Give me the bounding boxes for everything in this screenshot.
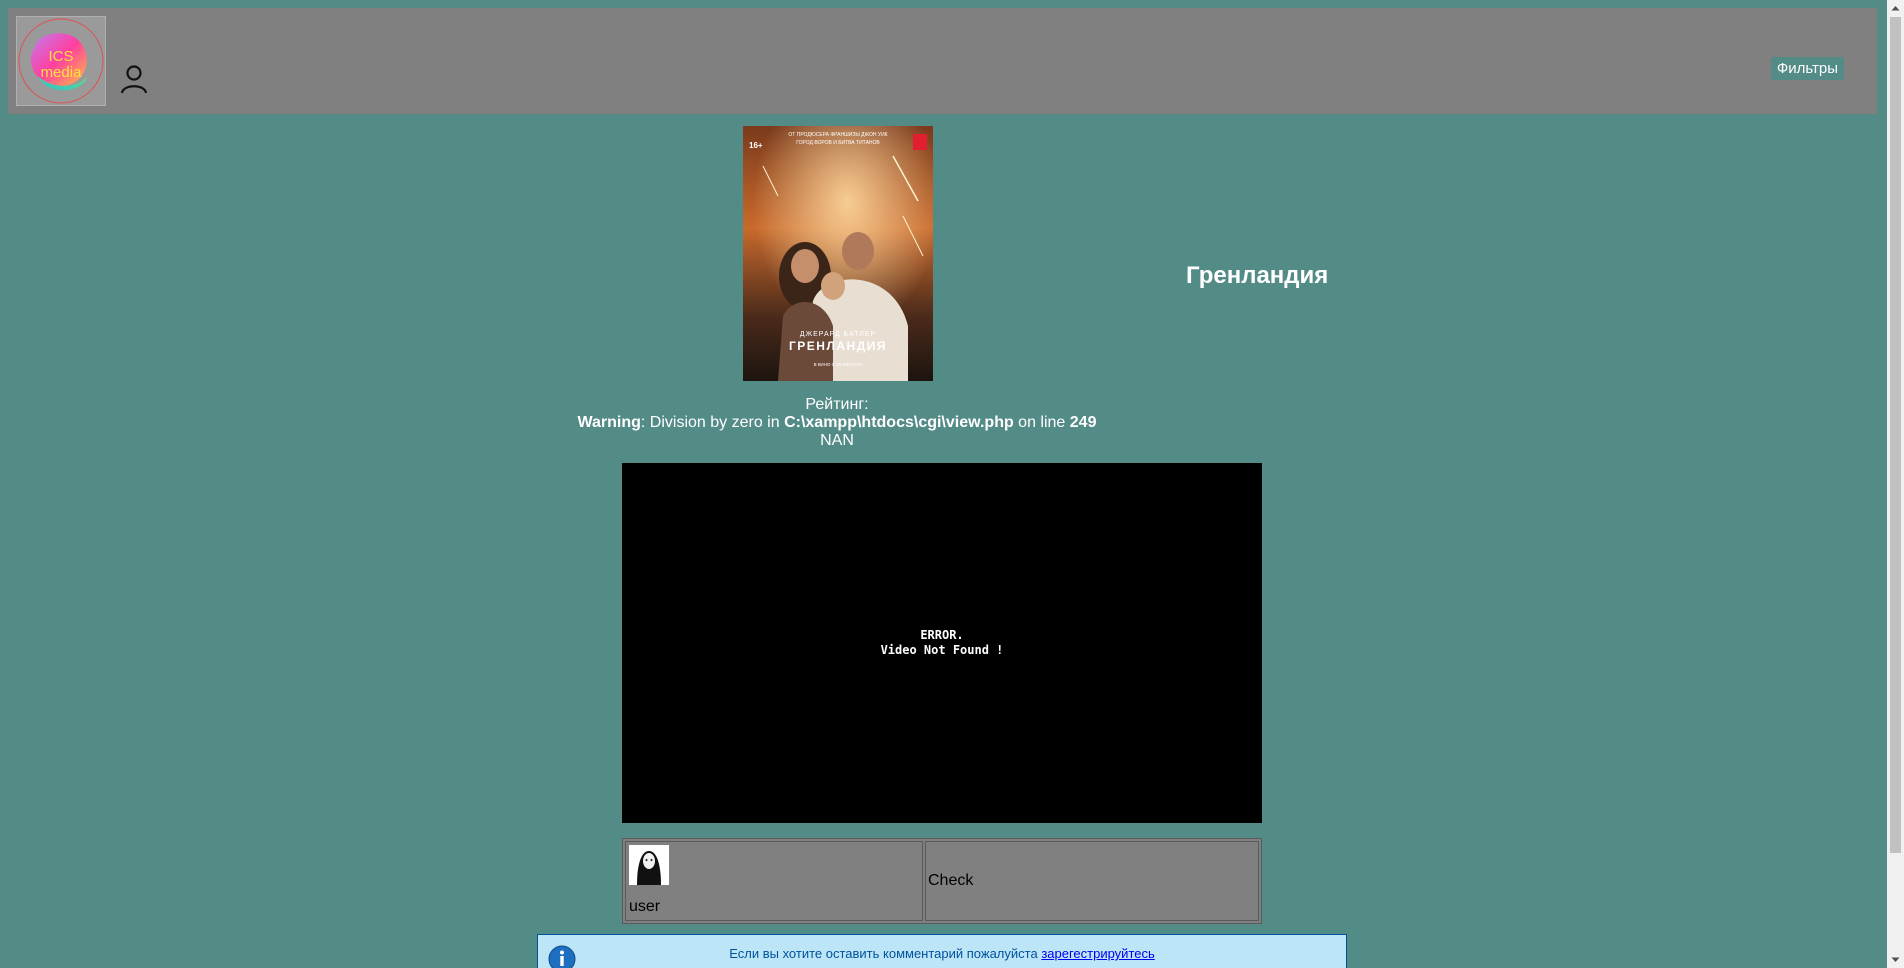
poster-actor: ДЖЕРАРД БАТЛЕР	[800, 331, 876, 338]
poster-title: ГРЕНЛАНДИЯ	[789, 339, 887, 353]
warning-path: C:\xampp\htdocs\cgi\view.php	[784, 414, 1014, 431]
login-notice: Если вы хотите оставить комментарий пожа…	[537, 934, 1347, 968]
notice-text: Если вы хотите оставить комментарий пожа…	[729, 946, 1042, 961]
rating-value: NAN	[820, 432, 854, 449]
poster-age-rating: 16+	[749, 141, 763, 150]
poster-radio-logo	[913, 134, 927, 150]
video-error-line1: ERROR.	[920, 628, 964, 642]
movie-title: Гренландия	[1186, 262, 1329, 289]
rating-block: Рейтинг: Warning: Division by zero in C:…	[537, 396, 1137, 450]
warning-line-number: 249	[1069, 414, 1097, 431]
page-scrollbar[interactable]	[1887, 0, 1904, 968]
filters-button[interactable]: Фильтры	[1770, 57, 1844, 80]
info-icon	[548, 945, 576, 968]
logo-text-top: ICS	[48, 48, 73, 65]
page: ICS media Фильтры ОТ ПРОДЮСЕРА ФРАНШИЗЫ …	[0, 0, 1904, 968]
poster-top-line2: ГОРОД ВОРОВ И БИТВА ТИТАНОВ	[796, 140, 880, 146]
scroll-down-icon[interactable]	[1887, 951, 1904, 968]
warning-label: Warning	[577, 414, 641, 431]
poster-release: В КИНО С 20 АВГУСТА	[814, 362, 863, 367]
logo-graphic: ICS media	[18, 18, 104, 104]
php-warning: Warning: Division by zero in C:\xampp\ht…	[537, 414, 1137, 432]
user-profile-icon[interactable]	[117, 62, 151, 96]
logo-text-bottom: media	[41, 64, 83, 81]
scrollbar-thumb[interactable]	[1890, 17, 1901, 853]
warning-message: : Division by zero in	[640, 414, 785, 431]
comment-row: user Check	[622, 838, 1262, 924]
warning-on-line: on line	[1013, 414, 1070, 431]
site-logo[interactable]: ICS media	[16, 16, 106, 106]
video-player[interactable]: ERROR. Video Not Found !	[622, 463, 1262, 823]
movie-poster: ОТ ПРОДЮСЕРА ФРАНШИЗЫ ДЖОН УИК ГОРОД ВОР…	[743, 126, 933, 381]
video-error-line2: Video Not Found !	[880, 643, 1004, 657]
scroll-up-icon[interactable]	[1887, 0, 1904, 17]
rating-label: Рейтинг:	[805, 396, 869, 413]
comment-author-cell: user	[625, 841, 923, 921]
comment-username: user	[629, 898, 661, 915]
poster-top-line1: ОТ ПРОДЮСЕРА ФРАНШИЗЫ ДЖОН УИК	[788, 132, 887, 138]
comment-text: Check	[925, 841, 1259, 921]
register-link[interactable]: зарегестрируйтесь	[1041, 946, 1154, 961]
header: ICS media Фильтры	[8, 8, 1877, 114]
avatar	[629, 845, 669, 885]
